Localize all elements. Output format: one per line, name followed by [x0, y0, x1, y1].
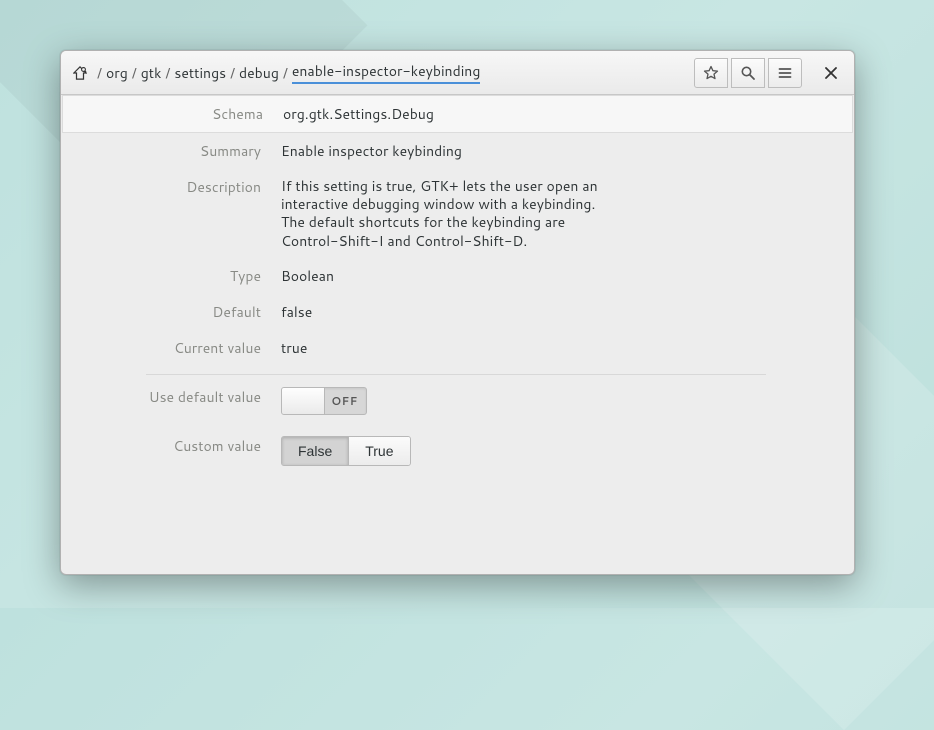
headerbar: / org / gtk / settings / debug / enable-…	[61, 51, 854, 95]
breadcrumb-sep: /	[97, 63, 102, 83]
row-default: Default false	[61, 294, 854, 330]
row-summary: Summary Enable inspector keybinding	[61, 133, 854, 169]
home-icon[interactable]	[69, 66, 91, 80]
current-value-label: Current value	[61, 330, 271, 366]
custom-value-radio: False True	[281, 436, 411, 466]
separator	[146, 374, 766, 375]
hb-right	[694, 58, 846, 88]
breadcrumb: / org / gtk / settings / debug / enable-…	[97, 61, 480, 84]
breadcrumb-sep: /	[230, 63, 235, 83]
breadcrumb-segment[interactable]: org	[106, 63, 128, 83]
type-label: Type	[61, 258, 271, 294]
hamburger-icon	[777, 65, 793, 81]
custom-value-label: Custom value	[61, 428, 271, 464]
dconf-editor-window: / org / gtk / settings / debug / enable-…	[60, 50, 855, 575]
breadcrumb-sep: /	[283, 63, 288, 83]
menu-button[interactable]	[768, 58, 802, 88]
close-icon	[825, 67, 837, 79]
row-schema: Schema org.gtk.Settings.Debug	[62, 95, 853, 133]
custom-value-false[interactable]: False	[282, 437, 348, 465]
use-default-control: OFF	[271, 379, 854, 428]
row-type: Type Boolean	[61, 258, 854, 294]
summary-label: Summary	[61, 133, 271, 169]
hb-left: / org / gtk / settings / debug / enable-…	[69, 61, 694, 84]
use-default-label: Use default value	[61, 379, 271, 415]
row-description: Description If this setting is true, GTK…	[61, 169, 854, 258]
schema-value: org.gtk.Settings.Debug	[273, 96, 852, 132]
description-label: Description	[61, 169, 271, 205]
current-value-value: true	[271, 330, 854, 366]
row-current-value: Current value true	[61, 330, 854, 366]
breadcrumb-sep: /	[165, 63, 170, 83]
default-value: false	[271, 294, 854, 330]
summary-value: Enable inspector keybinding	[271, 133, 854, 169]
bookmark-button[interactable]	[694, 58, 728, 88]
close-button[interactable]	[816, 58, 846, 88]
schema-label: Schema	[63, 96, 273, 132]
custom-value-true[interactable]: True	[348, 437, 409, 465]
row-use-default-value: Use default value OFF	[61, 379, 854, 428]
switch-slider	[282, 388, 325, 414]
description-value: If this setting is true, GTK+ lets the u…	[271, 169, 611, 258]
search-icon	[740, 65, 756, 81]
star-icon	[703, 65, 719, 81]
search-button[interactable]	[731, 58, 765, 88]
content: Schema org.gtk.Settings.Debug Summary En…	[61, 95, 854, 574]
breadcrumb-segment[interactable]: gtk	[141, 63, 162, 83]
breadcrumb-sep: /	[132, 63, 137, 83]
breadcrumb-current: enable-inspector-keybinding	[292, 61, 481, 84]
breadcrumb-segment[interactable]: settings	[174, 63, 226, 83]
type-value: Boolean	[271, 258, 854, 294]
breadcrumb-segment[interactable]: debug	[239, 63, 279, 83]
default-label: Default	[61, 294, 271, 330]
use-default-switch[interactable]: OFF	[281, 387, 367, 415]
switch-off-label: OFF	[323, 388, 366, 414]
row-custom-value: Custom value False True	[61, 428, 854, 574]
custom-value-control: False True	[271, 428, 854, 474]
